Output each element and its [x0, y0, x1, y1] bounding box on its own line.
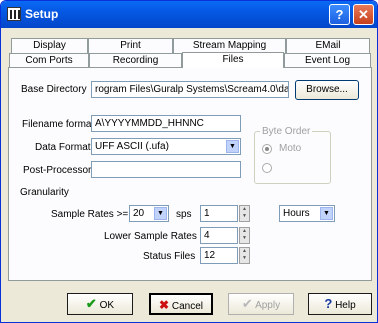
tab-recording[interactable]: Recording [89, 53, 182, 68]
close-button[interactable]: ✕ [353, 4, 374, 25]
base-directory-label: Base Directory [21, 84, 87, 95]
chevron-down-icon[interactable]: ▼ [154, 207, 167, 220]
browse-button[interactable]: Browse... [295, 80, 359, 100]
status-files-input[interactable]: 12 [200, 247, 238, 264]
help-button[interactable]: ? Help [308, 293, 372, 315]
unit-select[interactable]: Hours ▼ [279, 205, 335, 222]
apply-button[interactable]: ✔ Apply [228, 293, 294, 315]
status-files-spinner[interactable]: ▲ ▼ [239, 247, 250, 264]
cancel-button[interactable]: ✖ Cancel [149, 293, 213, 315]
window-title: Setup [25, 7, 59, 21]
granularity-label: Granularity [20, 187, 69, 198]
filename-format-label: Filename format [22, 119, 95, 130]
byte-order-group [254, 131, 331, 184]
title-bar: Setup ? ✕ [1, 1, 377, 28]
cancel-x-icon: ✖ [159, 298, 170, 312]
tab-print[interactable]: Print [88, 38, 173, 53]
question-icon: ? [324, 296, 333, 311]
lower-sample-rates-spinner[interactable]: ▲ ▼ [239, 227, 250, 244]
sps-label: sps [176, 209, 192, 220]
apply-check-icon: ✔ [241, 296, 253, 311]
sample-rates-label: Sample Rates >= [51, 209, 129, 220]
apply-label: Apply [255, 300, 281, 311]
help-label: Help [335, 300, 356, 311]
check-icon: ✔ [85, 296, 97, 311]
data-format-value: UFF ASCII (.ufa) [95, 141, 169, 152]
chevron-down-icon[interactable]: ▼ [320, 207, 333, 220]
data-format-label: Data Format [35, 142, 91, 153]
tab-email[interactable]: EMail [286, 38, 370, 53]
tab-event-log[interactable]: Event Log [284, 53, 371, 68]
tab-files[interactable]: Files [182, 52, 284, 68]
chevron-down-icon[interactable]: ▼ [226, 140, 239, 153]
setup-window: Setup ? ✕ Display Print Stream Mapping E… [0, 0, 378, 323]
byte-order-label: Byte Order [260, 126, 313, 137]
filename-format-input[interactable]: A\YYYYMMDD_HHNNC [91, 115, 241, 132]
sps-spinner[interactable]: ▲ ▼ [239, 205, 250, 222]
byte-order-moto-label: Moto [279, 143, 302, 154]
data-format-select[interactable]: UFF ASCII (.ufa) ▼ [91, 138, 241, 155]
post-processor-label: Post-Processor [23, 165, 92, 176]
byte-order-moto-radio[interactable] [262, 144, 272, 154]
lower-sample-rates-label: Lower Sample Rates [104, 231, 197, 242]
post-processor-input[interactable] [91, 161, 241, 178]
files-panel: Base Directory rogram Files\Guralp Syste… [8, 67, 372, 281]
base-directory-input[interactable]: rogram Files\Guralp Systems\Scream4.0\da… [91, 81, 289, 98]
byte-order-intel-radio[interactable] [262, 163, 272, 173]
sample-rate-select[interactable]: 20 ▼ [129, 205, 169, 222]
tab-com-ports[interactable]: Com Ports [9, 53, 89, 68]
tab-stream-mapping[interactable]: Stream Mapping [173, 38, 286, 53]
sample-rate-value: 20 [133, 208, 145, 219]
help-title-button[interactable]: ? [329, 4, 350, 25]
cancel-label: Cancel [171, 301, 203, 312]
status-files-label: Status Files [143, 251, 196, 262]
unit-value: Hours [283, 208, 310, 219]
ok-label: OK [99, 300, 115, 311]
ok-button[interactable]: ✔ OK [67, 293, 133, 315]
lower-sample-rates-input[interactable]: 4 [200, 227, 238, 244]
tab-display[interactable]: Display [11, 38, 88, 53]
app-icon [7, 7, 21, 21]
sps-input[interactable]: 1 [200, 205, 238, 222]
